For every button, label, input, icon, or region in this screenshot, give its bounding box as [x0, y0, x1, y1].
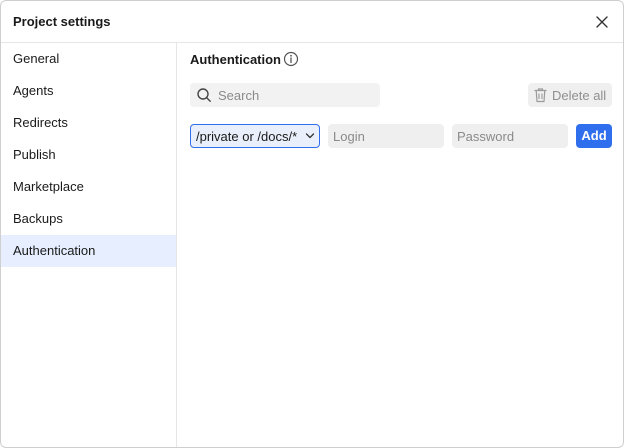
- search-input[interactable]: [218, 83, 374, 107]
- close-button[interactable]: [593, 13, 611, 31]
- sidebar-item-authentication[interactable]: Authentication: [1, 235, 176, 267]
- sidebar-item-label: Redirects: [13, 115, 68, 130]
- info-icon[interactable]: [283, 51, 299, 67]
- settings-sidebar: General Agents Redirects Publish Marketp…: [1, 43, 177, 447]
- password-field: [452, 124, 568, 148]
- search-box: [190, 83, 380, 107]
- chevron-down-icon: [305, 133, 315, 139]
- delete-all-label: Delete all: [552, 88, 607, 103]
- trash-icon: [534, 88, 547, 103]
- delete-all-button[interactable]: Delete all: [528, 83, 612, 107]
- close-icon: [596, 16, 608, 28]
- sidebar-item-label: Marketplace: [13, 179, 84, 194]
- dialog-header: Project settings: [1, 1, 623, 43]
- login-input[interactable]: [328, 124, 444, 148]
- sidebar-item-label: General: [13, 51, 60, 66]
- search-icon: [197, 88, 211, 102]
- sidebar-item-backups[interactable]: Backups: [1, 203, 176, 235]
- sidebar-item-redirects[interactable]: Redirects: [1, 107, 176, 139]
- login-field: [328, 124, 444, 148]
- dialog-title: Project settings: [13, 14, 111, 29]
- sidebar-item-label: Publish: [13, 147, 56, 162]
- sidebar-item-agents[interactable]: Agents: [1, 75, 176, 107]
- password-input[interactable]: [452, 124, 568, 148]
- sidebar-item-label: Agents: [13, 83, 54, 98]
- sidebar-item-publish[interactable]: Publish: [1, 139, 176, 171]
- add-button[interactable]: Add: [576, 124, 612, 148]
- project-settings-dialog: Project settings General Agents Redirect…: [0, 0, 624, 448]
- sidebar-item-label: Backups: [13, 211, 63, 226]
- main-panel: Authentication Delete all /priv: [178, 43, 623, 447]
- path-select[interactable]: /private or /docs/*: [190, 124, 320, 148]
- sidebar-item-label: Authentication: [13, 243, 96, 258]
- section-title: Authentication: [190, 52, 281, 67]
- sidebar-item-marketplace[interactable]: Marketplace: [1, 171, 176, 203]
- path-select-value: /private or /docs/*: [196, 129, 298, 144]
- sidebar-item-general[interactable]: General: [1, 43, 176, 75]
